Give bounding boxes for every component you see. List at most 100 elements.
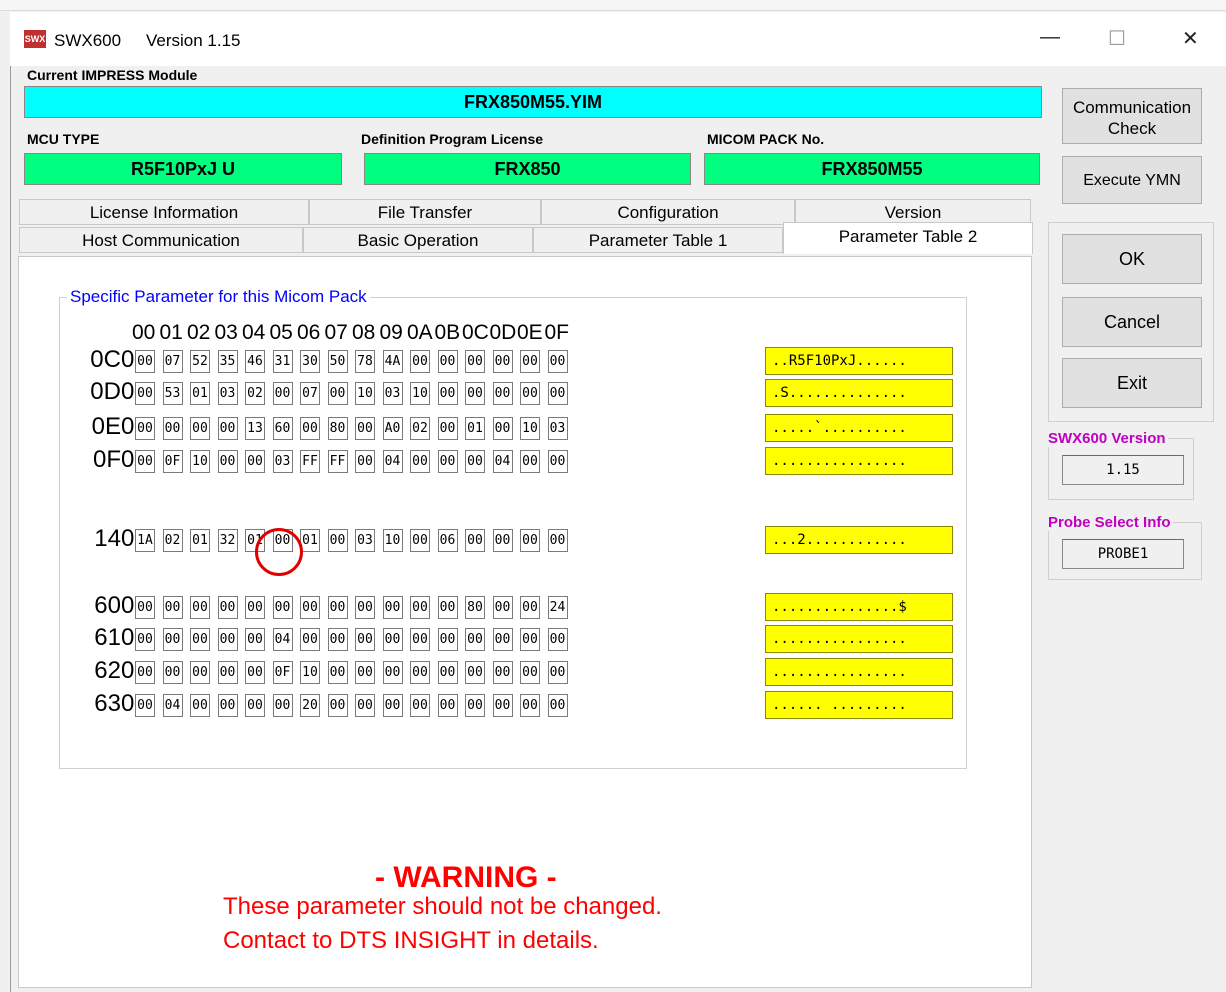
hex-cell[interactable]: 00 xyxy=(162,628,183,651)
hex-cell[interactable]: 00 xyxy=(327,529,348,552)
hex-cell[interactable]: 00 xyxy=(520,450,540,473)
hex-cell[interactable]: 00 xyxy=(437,382,458,405)
hex-cell[interactable]: 00 xyxy=(520,529,540,552)
hex-cell[interactable]: 00 xyxy=(327,596,348,619)
hex-cell[interactable]: 00 xyxy=(437,350,458,373)
hex-cell[interactable]: 00 xyxy=(327,382,348,405)
hex-cell[interactable]: 00 xyxy=(465,450,485,473)
hex-cell[interactable]: 1A xyxy=(135,529,155,552)
hex-cell[interactable]: 00 xyxy=(135,661,155,684)
hex-cell[interactable]: 00 xyxy=(492,529,513,552)
hex-cell[interactable]: 00 xyxy=(162,596,183,619)
hex-cell[interactable]: 10 xyxy=(355,382,375,405)
hex-cell[interactable]: 00 xyxy=(410,529,430,552)
hex-cell[interactable]: 00 xyxy=(382,694,403,717)
hex-cell[interactable]: 00 xyxy=(355,694,375,717)
hex-cell[interactable]: 03 xyxy=(547,417,568,440)
hex-cell[interactable]: 02 xyxy=(162,529,183,552)
hex-cell[interactable]: 10 xyxy=(382,529,403,552)
hex-cell[interactable]: 01 xyxy=(190,529,210,552)
hex-cell[interactable]: 00 xyxy=(300,596,320,619)
cancel-button[interactable]: Cancel xyxy=(1062,297,1202,347)
minimize-button[interactable]: — xyxy=(1040,26,1060,49)
hex-cell[interactable]: 24 xyxy=(547,596,568,619)
tab-basic-operation[interactable]: Basic Operation xyxy=(303,227,533,253)
hex-cell[interactable]: 00 xyxy=(355,596,375,619)
hex-cell[interactable]: 00 xyxy=(410,450,430,473)
hex-cell[interactable]: 00 xyxy=(135,417,155,440)
hex-cell[interactable]: 00 xyxy=(437,450,458,473)
hex-cell[interactable]: 00 xyxy=(382,661,403,684)
hex-cell[interactable]: 00 xyxy=(272,382,293,405)
hex-cell[interactable]: 04 xyxy=(272,628,293,651)
hex-cell[interactable]: 00 xyxy=(410,694,430,717)
hex-cell[interactable]: 00 xyxy=(327,628,348,651)
hex-cell[interactable]: 00 xyxy=(465,529,485,552)
hex-cell[interactable]: 00 xyxy=(547,529,568,552)
hex-cell[interactable]: 07 xyxy=(300,382,320,405)
hex-cell[interactable]: 06 xyxy=(437,529,458,552)
hex-cell[interactable]: 53 xyxy=(162,382,183,405)
hex-cell[interactable]: 00 xyxy=(245,596,265,619)
hex-cell[interactable]: 04 xyxy=(162,694,183,717)
hex-cell[interactable]: 00 xyxy=(217,417,238,440)
hex-cell[interactable]: 31 xyxy=(272,350,293,373)
hex-cell[interactable]: 00 xyxy=(190,694,210,717)
hex-cell[interactable]: 00 xyxy=(410,628,430,651)
hex-cell[interactable]: 10 xyxy=(190,450,210,473)
hex-cell[interactable]: 00 xyxy=(245,661,265,684)
hex-cell[interactable]: 00 xyxy=(437,694,458,717)
hex-cell[interactable]: 00 xyxy=(217,450,238,473)
hex-cell[interactable]: 00 xyxy=(272,694,293,717)
hex-cell[interactable]: 4A xyxy=(382,350,403,373)
hex-cell[interactable]: 03 xyxy=(382,382,403,405)
hex-cell[interactable]: 00 xyxy=(245,628,265,651)
hex-cell[interactable]: 80 xyxy=(327,417,348,440)
hex-cell[interactable]: 00 xyxy=(520,350,540,373)
hex-cell[interactable]: 00 xyxy=(217,628,238,651)
hex-cell[interactable]: 01 xyxy=(190,382,210,405)
hex-cell[interactable]: 00 xyxy=(465,694,485,717)
hex-cell[interactable]: FF xyxy=(327,450,348,473)
tab-parameter-table-1[interactable]: Parameter Table 1 xyxy=(533,227,783,253)
hex-cell[interactable]: A0 xyxy=(382,417,403,440)
hex-cell[interactable]: 00 xyxy=(135,450,155,473)
hex-cell[interactable]: 00 xyxy=(520,628,540,651)
hex-cell[interactable]: 00 xyxy=(245,694,265,717)
hex-cell[interactable]: 10 xyxy=(520,417,540,440)
hex-cell[interactable]: 00 xyxy=(547,694,568,717)
hex-cell[interactable]: 00 xyxy=(190,628,210,651)
hex-cell[interactable]: 00 xyxy=(382,628,403,651)
hex-cell[interactable]: 10 xyxy=(300,661,320,684)
hex-cell[interactable]: 00 xyxy=(410,596,430,619)
hex-cell[interactable]: 00 xyxy=(217,596,238,619)
hex-cell[interactable]: 00 xyxy=(547,450,568,473)
hex-cell[interactable]: 00 xyxy=(190,596,210,619)
hex-cell[interactable]: 00 xyxy=(382,596,403,619)
hex-cell[interactable]: 00 xyxy=(300,417,320,440)
hex-cell[interactable]: 00 xyxy=(492,628,513,651)
hex-cell[interactable]: 00 xyxy=(547,382,568,405)
hex-cell[interactable]: 01 xyxy=(465,417,485,440)
hex-cell[interactable]: 00 xyxy=(492,694,513,717)
hex-cell[interactable]: 00 xyxy=(355,417,375,440)
hex-cell[interactable]: 00 xyxy=(162,661,183,684)
communication-check-button[interactable]: Communication Check xyxy=(1062,88,1202,144)
hex-cell[interactable]: 35 xyxy=(217,350,238,373)
hex-cell[interactable]: 46 xyxy=(245,350,265,373)
hex-cell[interactable]: 00 xyxy=(465,661,485,684)
hex-cell[interactable]: 00 xyxy=(135,382,155,405)
hex-cell[interactable]: 00 xyxy=(135,596,155,619)
hex-cell[interactable]: 00 xyxy=(190,661,210,684)
hex-cell[interactable]: 00 xyxy=(327,694,348,717)
hex-cell[interactable]: 13 xyxy=(245,417,265,440)
ok-button[interactable]: OK xyxy=(1062,234,1202,284)
hex-cell[interactable]: 00 xyxy=(410,350,430,373)
hex-cell[interactable]: 00 xyxy=(492,417,513,440)
hex-cell[interactable]: 00 xyxy=(437,661,458,684)
exit-button[interactable]: Exit xyxy=(1062,358,1202,408)
hex-cell[interactable]: 00 xyxy=(520,694,540,717)
hex-cell[interactable]: 00 xyxy=(355,628,375,651)
hex-cell[interactable]: 07 xyxy=(162,350,183,373)
hex-cell[interactable]: 80 xyxy=(465,596,485,619)
